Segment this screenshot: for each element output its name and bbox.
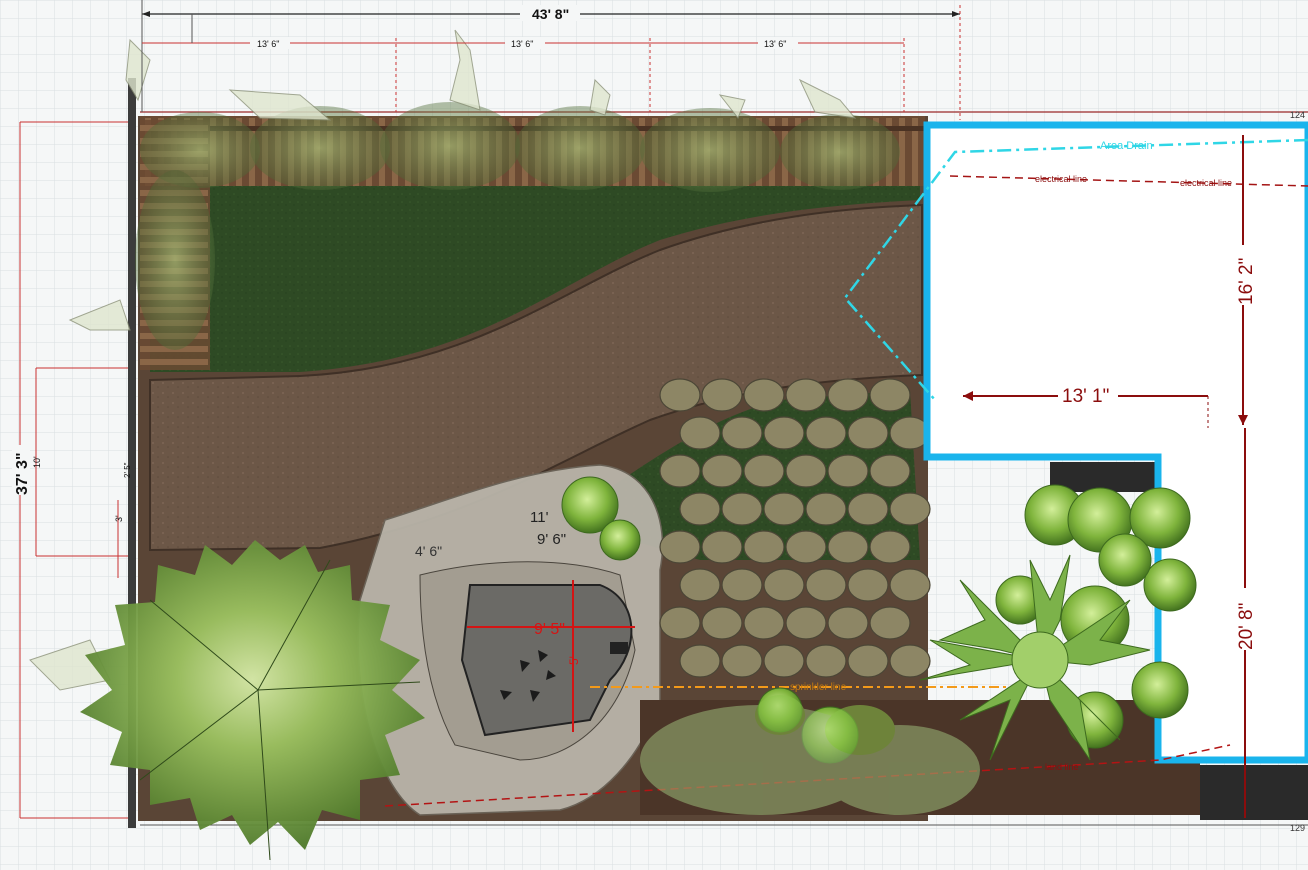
patio-dim-3-label: 4' 6" xyxy=(415,543,442,559)
electrical-line-label-1: electrical line xyxy=(1035,174,1087,184)
flagstone xyxy=(721,568,763,602)
flagstone xyxy=(785,454,827,488)
house-side-label: 20' 8" xyxy=(1236,603,1257,650)
edge-marker-bottom: 129 xyxy=(1290,823,1305,833)
shrub xyxy=(599,519,641,561)
segment-3-label: 13' 6" xyxy=(764,39,786,49)
overall-width-label: 43' 8" xyxy=(532,6,569,22)
flagstone xyxy=(847,644,889,678)
flagstone xyxy=(743,454,785,488)
flagstone xyxy=(827,606,869,640)
flagstone xyxy=(701,530,743,564)
flagstone xyxy=(743,378,785,412)
shrub xyxy=(1143,558,1197,612)
flagstone xyxy=(763,492,805,526)
flagstone xyxy=(869,530,911,564)
area-drain-label: Area Drain xyxy=(1100,140,1153,152)
flagstone xyxy=(763,568,805,602)
flagstone xyxy=(659,606,701,640)
landscape-plan: Area Drain electrical line electrical li… xyxy=(0,0,1308,870)
edge-marker-top: 124 xyxy=(1290,110,1305,120)
flagstone xyxy=(763,416,805,450)
house-inset-label: 13' 1" xyxy=(1062,386,1109,407)
flagstone xyxy=(743,530,785,564)
flagstone xyxy=(721,644,763,678)
flagstone xyxy=(785,606,827,640)
flagstone xyxy=(743,606,785,640)
firepit-depth-label: 5' xyxy=(567,656,581,665)
patio-dim-1-label: 11' xyxy=(530,509,549,526)
flagstone xyxy=(763,644,805,678)
flagstone xyxy=(869,378,911,412)
segment-2-label: 13' 6" xyxy=(511,39,533,49)
flagstone xyxy=(889,644,931,678)
flagstone xyxy=(659,378,701,412)
house-depth-label: 16' 2" xyxy=(1236,258,1257,305)
patio-dim-2-label: 9' 6" xyxy=(537,531,566,548)
left-small-1-label: 10' xyxy=(32,456,42,468)
flagstone xyxy=(679,568,721,602)
flagstone xyxy=(827,454,869,488)
flagstone xyxy=(827,378,869,412)
flagstone xyxy=(679,492,721,526)
flagstone xyxy=(847,416,889,450)
flagstone xyxy=(679,644,721,678)
land-line-label: land line xyxy=(1045,762,1079,772)
flagstone xyxy=(785,530,827,564)
flagstone xyxy=(785,378,827,412)
flagstone xyxy=(659,454,701,488)
left-small-2-label: 3' xyxy=(114,515,124,522)
flagstone xyxy=(679,416,721,450)
flagstone xyxy=(701,606,743,640)
electrical-line-label-2: electrical line xyxy=(1180,178,1232,188)
flagstone xyxy=(869,454,911,488)
flagstone xyxy=(847,568,889,602)
shrub xyxy=(1131,661,1189,719)
flagstone xyxy=(805,644,847,678)
flagstone xyxy=(805,492,847,526)
flagstone xyxy=(721,416,763,450)
flagstone xyxy=(889,568,931,602)
sprinkler-line-label: sprinkler line xyxy=(790,682,847,693)
left-small-3-label: 2' 5" xyxy=(123,462,132,478)
shrub xyxy=(1098,533,1152,587)
flagstone xyxy=(701,378,743,412)
flagstone xyxy=(659,530,701,564)
flagstone xyxy=(721,492,763,526)
flagstone xyxy=(701,454,743,488)
flagstone xyxy=(847,492,889,526)
firepit-width-label: 9' 5" xyxy=(534,621,565,638)
overall-depth-label: 37' 3" xyxy=(14,452,31,495)
segment-1-label: 13' 6" xyxy=(257,39,279,49)
fence-picket xyxy=(140,359,208,365)
dark-gravel-bottom xyxy=(1200,765,1308,820)
flagstone xyxy=(827,530,869,564)
flagstone xyxy=(889,492,931,526)
flagstone xyxy=(869,606,911,640)
flagstone xyxy=(805,568,847,602)
flagstone xyxy=(805,416,847,450)
